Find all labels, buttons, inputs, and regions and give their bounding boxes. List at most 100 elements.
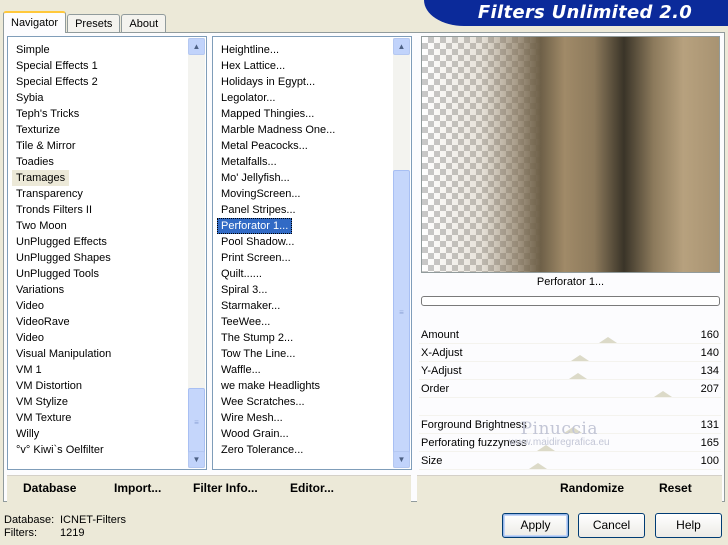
tab-about[interactable]: About <box>121 14 167 33</box>
category-scroll-down-button[interactable]: ▼ <box>188 451 205 468</box>
parameter-value: 160 <box>700 329 719 341</box>
filter-list-item[interactable]: Quilt...... <box>217 266 389 282</box>
filter-scrollbar[interactable]: ▲ ≡ ▼ <box>393 38 410 468</box>
apply-button[interactable]: Apply <box>502 513 569 538</box>
filter-list-item[interactable]: The Stump 2... <box>217 330 389 346</box>
app-title-banner: Filters Unlimited 2.0 <box>424 0 728 26</box>
category-list-item[interactable]: Special Effects 2 <box>12 74 184 90</box>
parameter-slider[interactable]: Order 207 <box>419 380 721 398</box>
slider-thumb[interactable] <box>654 391 672 397</box>
category-list-item[interactable]: Texturize <box>12 122 184 138</box>
slider-thumb[interactable] <box>569 373 587 379</box>
parameter-label: X-Adjust <box>421 347 463 359</box>
category-list-item[interactable]: UnPlugged Effects <box>12 234 184 250</box>
filter-list-item[interactable]: Panel Stripes... <box>217 202 389 218</box>
category-list-item[interactable]: Toadies <box>12 154 184 170</box>
filter-list-item[interactable]: Spiral 3... <box>217 282 389 298</box>
parameter-slider[interactable]: Size 100 <box>419 452 721 470</box>
filter-list-item[interactable]: Marble Madness One... <box>217 122 389 138</box>
help-button[interactable]: Help <box>655 513 722 538</box>
randomize-button[interactable]: Randomize <box>560 481 624 495</box>
filter-list-item[interactable]: Mo' Jellyfish... <box>217 170 389 186</box>
chevron-up-icon: ▲ <box>397 42 406 51</box>
parameter-slider[interactable]: Y-Adjust 134 <box>419 362 721 380</box>
category-list-item[interactable]: Video <box>12 298 184 314</box>
grip-icon: ≡ <box>399 308 404 317</box>
tab-navigator[interactable]: Navigator <box>3 11 67 33</box>
category-list-item[interactable]: Teph's Tricks <box>12 106 184 122</box>
parameter-value: 165 <box>700 437 719 449</box>
database-status-value: ICNET-Filters <box>60 514 126 526</box>
tab-presets[interactable]: Presets <box>67 14 121 33</box>
parameter-value: 131 <box>700 419 719 431</box>
category-scroll-up-button[interactable]: ▲ <box>188 38 205 55</box>
filter-list-item[interactable]: Print Screen... <box>217 250 389 266</box>
filter-list-item[interactable]: Heightline... <box>217 42 389 58</box>
filter-list-item[interactable]: Wee Scratches... <box>217 394 389 410</box>
category-list-item[interactable]: VM Distortion <box>12 378 184 394</box>
filter-list-item[interactable]: Wire Mesh... <box>217 410 389 426</box>
category-list-item[interactable]: Tronds Filters II <box>12 202 184 218</box>
category-list-item[interactable]: Willy <box>12 426 184 442</box>
parameter-value: 134 <box>700 365 719 377</box>
category-list-item[interactable]: UnPlugged Tools <box>12 266 184 282</box>
category-list-item[interactable]: Tile & Mirror <box>12 138 184 154</box>
category-scroll-thumb[interactable]: ≡ <box>188 388 205 456</box>
category-scrollbar[interactable]: ▲ ≡ ▼ <box>188 38 205 468</box>
filter-list-item[interactable]: Waffle... <box>217 362 389 378</box>
reset-button[interactable]: Reset <box>659 481 692 495</box>
filter-list-item[interactable]: Metalfalls... <box>217 154 389 170</box>
filter-info-button[interactable]: Filter Info... <box>193 481 258 495</box>
slider-thumb[interactable] <box>571 355 589 361</box>
filter-list-item[interactable]: Starmaker... <box>217 298 389 314</box>
filter-list-item[interactable]: we make Headlights <box>217 378 389 394</box>
filter-list-item[interactable]: MovingScreen... <box>217 186 389 202</box>
navigator-panel: Simple Special Effects 1 Special Effects 2… <box>3 32 725 502</box>
editor-button[interactable]: Editor... <box>290 481 334 495</box>
import-button[interactable]: Import... <box>114 481 161 495</box>
filter-list-item[interactable]: Tow The Line... <box>217 346 389 362</box>
category-list-item[interactable]: UnPlugged Shapes <box>12 250 184 266</box>
category-list-item[interactable]: Special Effects 1 <box>12 58 184 74</box>
category-list-item[interactable]: Visual Manipulation <box>12 346 184 362</box>
category-list-item[interactable]: °v° Kiwi`s Oelfilter <box>12 442 184 458</box>
filter-scroll-thumb[interactable]: ≡ <box>393 170 410 455</box>
chevron-up-icon: ▲ <box>192 42 201 51</box>
slider-thumb[interactable] <box>599 337 617 343</box>
filter-list-item[interactable]: Pool Shadow... <box>217 234 389 250</box>
category-list-item[interactable]: VM Stylize <box>12 394 184 410</box>
filter-list-item[interactable]: Perforator 1... <box>217 218 293 234</box>
category-list-item[interactable]: Tramages <box>12 170 70 186</box>
database-button[interactable]: Database <box>23 481 76 495</box>
category-list-item[interactable]: VM Texture <box>12 410 184 426</box>
slider-thumb[interactable] <box>529 463 547 469</box>
filter-list-item[interactable]: TeeWee... <box>217 314 389 330</box>
filter-list-item[interactable]: Metal Peacocks... <box>217 138 389 154</box>
filter-scroll-down-button[interactable]: ▼ <box>393 451 410 468</box>
filter-list-item[interactable]: Zero Tolerance... <box>217 442 389 458</box>
filter-list-item[interactable]: Legolator... <box>217 90 389 106</box>
category-list-item[interactable]: VM 1 <box>12 362 184 378</box>
cancel-button[interactable]: Cancel <box>578 513 645 538</box>
category-list[interactable]: Simple Special Effects 1 Special Effects 2… <box>7 36 207 470</box>
parameter-value: 100 <box>700 455 719 467</box>
filter-list-item[interactable]: Hex Lattice... <box>217 58 389 74</box>
filter-list-item[interactable]: Wood Grain... <box>217 426 389 442</box>
filter-scroll-up-button[interactable]: ▲ <box>393 38 410 55</box>
filter-list-items: Heightline... Hex Lattice... Holidays in E… <box>217 42 389 458</box>
parameter-label: Y-Adjust <box>421 365 462 377</box>
category-list-item[interactable]: Video <box>12 330 184 346</box>
filter-list-item[interactable]: Mapped Thingies... <box>217 106 389 122</box>
category-list-item[interactable]: Two Moon <box>12 218 184 234</box>
category-list-item[interactable]: Sybia <box>12 90 184 106</box>
category-list-item[interactable]: Simple <box>12 42 184 58</box>
filter-list-item[interactable]: Holidays in Egypt... <box>217 74 389 90</box>
chevron-down-icon: ▼ <box>397 455 406 464</box>
category-list-item[interactable]: Transparency <box>12 186 184 202</box>
parameter-slider[interactable]: X-Adjust 140 <box>419 344 721 362</box>
category-list-item[interactable]: VideoRave <box>12 314 184 330</box>
parameter-slider[interactable]: Amount 160 <box>419 326 721 344</box>
filter-list[interactable]: Heightline... Hex Lattice... Holidays in E… <box>212 36 412 470</box>
tab-strip: Navigator Presets About <box>3 11 167 33</box>
category-list-item[interactable]: Variations <box>12 282 184 298</box>
